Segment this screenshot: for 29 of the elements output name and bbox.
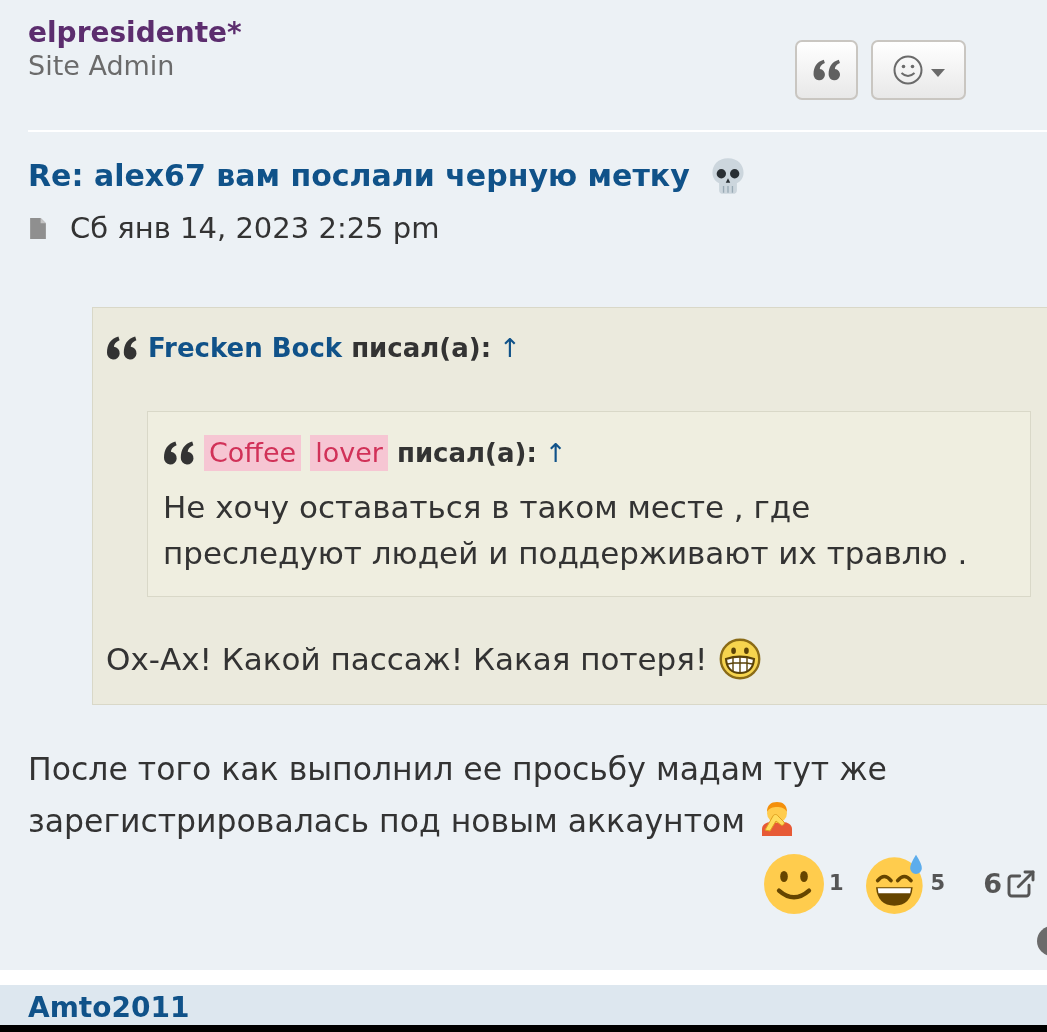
post-text-line: зарегистрировалась под новым аккаунтом — [28, 802, 746, 841]
document-icon — [30, 217, 46, 239]
grinning-sweat-face-icon[interactable] — [865, 854, 926, 914]
external-link-icon[interactable] — [1005, 868, 1037, 900]
author-name[interactable]: Amto2011 — [28, 993, 190, 1023]
reaction-total[interactable]: 6 — [983, 863, 1002, 905]
author-rank: Site Admin — [28, 51, 175, 81]
quote-icon — [106, 336, 138, 360]
quote-author[interactable]: Frecken Bock — [148, 328, 343, 368]
reaction-count: 5 — [930, 870, 946, 898]
quote-icon — [163, 441, 195, 465]
author-name[interactable]: elpresidente* — [28, 17, 242, 49]
reaction-button[interactable] — [871, 40, 966, 100]
jump-link[interactable]: ↑ — [544, 433, 567, 473]
quote-wrote-label: писал(а): — [396, 436, 537, 470]
post-text-line: После того как выполнил ее просьбу мадам тут же — [28, 750, 887, 789]
reaction-count: 1 — [828, 870, 844, 898]
quote-text: Ох-Ах! Какой пассаж! Какая потеря! — [106, 640, 708, 679]
post-date: Сб янв 14, 2023 2:25 pm — [70, 211, 440, 245]
caret-icon — [930, 69, 945, 77]
quote-icon — [812, 59, 841, 81]
grinning-face-icon — [719, 638, 762, 680]
smiley-icon — [892, 55, 923, 85]
smiling-face-icon[interactable] — [763, 854, 824, 914]
quote-button[interactable] — [795, 40, 858, 100]
quote-wrote-label: писал(а): — [351, 331, 492, 365]
jump-link[interactable]: ↑ — [499, 328, 521, 368]
quote-text: Не хочу оставаться в таком месте , где преследуют людей и поддерживают их травлю . — [163, 488, 969, 573]
post-title[interactable]: Re: alex67 вам послали черную метку — [28, 157, 690, 195]
